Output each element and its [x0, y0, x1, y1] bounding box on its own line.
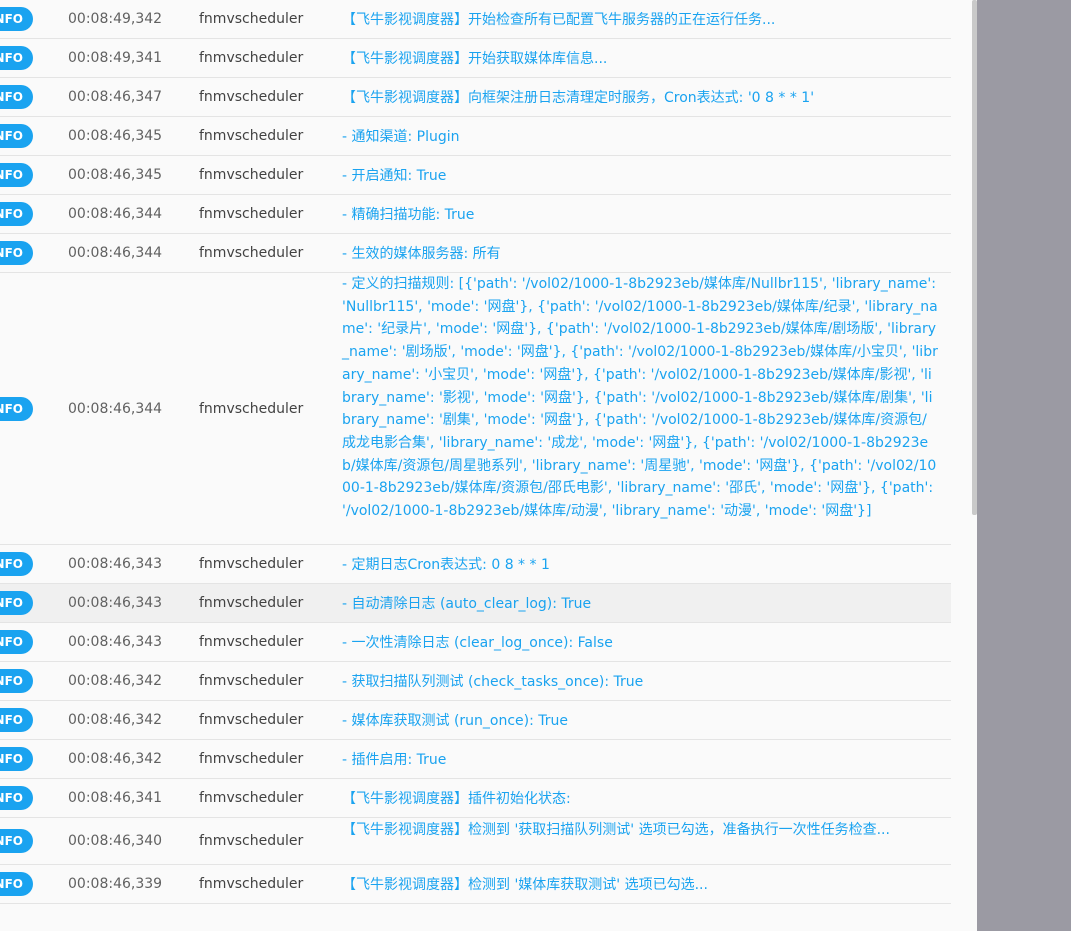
log-source: fnmvscheduler — [199, 556, 304, 572]
log-row: INFO 00:08:46,342 fnmvscheduler - 媒体库获取测… — [0, 701, 951, 740]
log-message: - 定期日志Cron表达式: 0 8 * * 1 — [342, 557, 550, 573]
log-message: 【飞牛影视调度器】向框架注册日志清理定时服务，Cron表达式: '0 8 * *… — [342, 90, 815, 106]
log-message: - 精确扫描功能: True — [342, 207, 475, 223]
log-source: fnmvscheduler — [199, 400, 304, 417]
log-message: 【飞牛影视调度器】开始检查所有已配置飞牛服务器的正在运行任务... — [342, 12, 776, 28]
log-time: 00:08:46,344 — [68, 245, 163, 261]
log-row: INFO 00:08:46,339 fnmvscheduler 【飞牛影视调度器… — [0, 865, 951, 904]
log-message: - 插件启用: True — [342, 752, 447, 768]
log-row: INFO 00:08:46,344 fnmvscheduler - 精确扫描功能… — [0, 195, 951, 234]
log-time: 00:08:49,341 — [68, 50, 163, 66]
level-badge: INFO — [0, 708, 33, 732]
log-message: - 获取扫描队列测试 (check_tasks_once): True — [342, 674, 644, 690]
log-time: 00:08:46,339 — [68, 876, 163, 892]
log-row: INFO 00:08:46,345 fnmvscheduler - 开启通知: … — [0, 156, 951, 195]
log-time: 00:08:46,345 — [68, 128, 163, 144]
level-badge: INFO — [0, 85, 33, 109]
log-message: 【飞牛影视调度器】检测到 '获取扫描队列测试' 选项已勾选，准备执行一次性任务检… — [342, 822, 890, 838]
log-time: 00:08:46,343 — [68, 634, 163, 650]
log-source: fnmvscheduler — [199, 245, 304, 261]
log-message: 【飞牛影视调度器】开始获取媒体库信息... — [342, 51, 608, 67]
level-badge: INFO — [0, 630, 33, 654]
level-badge: INFO — [0, 7, 33, 31]
log-source: fnmvscheduler — [199, 790, 304, 806]
log-source: fnmvscheduler — [199, 128, 304, 144]
level-badge: INFO — [0, 202, 33, 226]
log-table: INFO 00:08:49,342 fnmvscheduler 【飞牛影视调度器… — [0, 0, 951, 904]
log-time: 00:08:46,343 — [68, 556, 163, 572]
log-message: - 开启通知: True — [342, 168, 447, 184]
log-message: - 自动清除日志 (auto_clear_log): True — [342, 596, 592, 612]
level-badge: INFO — [0, 669, 33, 693]
log-panel: INFO 00:08:49,342 fnmvscheduler 【飞牛影视调度器… — [0, 0, 977, 931]
log-source: fnmvscheduler — [199, 89, 304, 105]
level-badge: INFO — [0, 552, 33, 576]
log-message: 【飞牛影视调度器】检测到 '媒体库获取测试' 选项已勾选... — [342, 877, 708, 893]
level-badge: INFO — [0, 241, 33, 265]
level-badge: INFO — [0, 163, 33, 187]
log-row: INFO 00:08:46,344 fnmvscheduler - 生效的媒体服… — [0, 234, 951, 273]
log-time: 00:08:46,347 — [68, 89, 163, 105]
log-time: 00:08:46,343 — [68, 595, 163, 611]
log-row: INFO 00:08:46,344 fnmvscheduler - 定义的扫描规… — [0, 273, 951, 545]
modal-backdrop[interactable] — [977, 0, 1071, 931]
log-message: 【飞牛影视调度器】插件初始化状态: — [342, 791, 571, 807]
log-source: fnmvscheduler — [199, 634, 304, 650]
log-time: 00:08:46,341 — [68, 790, 163, 806]
log-row: INFO 00:08:49,342 fnmvscheduler 【飞牛影视调度器… — [0, 0, 951, 39]
log-message: - 生效的媒体服务器: 所有 — [342, 246, 501, 262]
log-time: 00:08:46,340 — [68, 833, 163, 849]
log-row: INFO 00:08:46,347 fnmvscheduler 【飞牛影视调度器… — [0, 78, 951, 117]
log-time: 00:08:46,345 — [68, 167, 163, 183]
log-source: fnmvscheduler — [199, 751, 304, 767]
log-source: fnmvscheduler — [199, 167, 304, 183]
log-row: INFO 00:08:46,342 fnmvscheduler - 插件启用: … — [0, 740, 951, 779]
log-source: fnmvscheduler — [199, 712, 304, 728]
log-time: 00:08:46,342 — [68, 712, 163, 728]
level-badge: INFO — [0, 124, 33, 148]
log-time: 00:08:46,344 — [68, 400, 163, 417]
level-badge: INFO — [0, 396, 33, 421]
log-row: INFO 00:08:46,343 fnmvscheduler - 一次性清除日… — [0, 623, 951, 662]
log-message: - 通知渠道: Plugin — [342, 129, 460, 145]
log-time: 00:08:46,342 — [68, 751, 163, 767]
log-message: - 一次性清除日志 (clear_log_once): False — [342, 635, 613, 651]
log-source: fnmvscheduler — [199, 206, 304, 222]
level-badge: INFO — [0, 786, 33, 810]
log-row: INFO 00:08:46,343 fnmvscheduler - 自动清除日志… — [0, 584, 951, 623]
log-row: INFO 00:08:46,343 fnmvscheduler - 定期日志Cr… — [0, 545, 951, 584]
log-source: fnmvscheduler — [199, 876, 304, 892]
log-row: INFO 00:08:46,342 fnmvscheduler - 获取扫描队列… — [0, 662, 951, 701]
log-message: - 定义的扫描规则: [{'path': '/vol02/1000-1-8b29… — [342, 276, 938, 520]
level-badge: INFO — [0, 591, 33, 615]
log-time: 00:08:46,344 — [68, 206, 163, 222]
log-source: fnmvscheduler — [199, 833, 304, 849]
log-row: INFO 00:08:49,341 fnmvscheduler 【飞牛影视调度器… — [0, 39, 951, 78]
log-message: - 媒体库获取测试 (run_once): True — [342, 713, 569, 729]
level-badge: INFO — [0, 747, 33, 771]
log-row: INFO 00:08:46,340 fnmvscheduler 【飞牛影视调度器… — [0, 818, 951, 865]
level-badge: INFO — [0, 829, 33, 853]
level-badge: INFO — [0, 46, 33, 70]
log-row: INFO 00:08:46,341 fnmvscheduler 【飞牛影视调度器… — [0, 779, 951, 818]
log-source: fnmvscheduler — [199, 50, 304, 66]
log-source: fnmvscheduler — [199, 595, 304, 611]
log-time: 00:08:49,342 — [68, 11, 163, 27]
log-row: INFO 00:08:46,345 fnmvscheduler - 通知渠道: … — [0, 117, 951, 156]
level-badge: INFO — [0, 872, 33, 896]
log-source: fnmvscheduler — [199, 673, 304, 689]
log-source: fnmvscheduler — [199, 11, 304, 27]
log-time: 00:08:46,342 — [68, 673, 163, 689]
